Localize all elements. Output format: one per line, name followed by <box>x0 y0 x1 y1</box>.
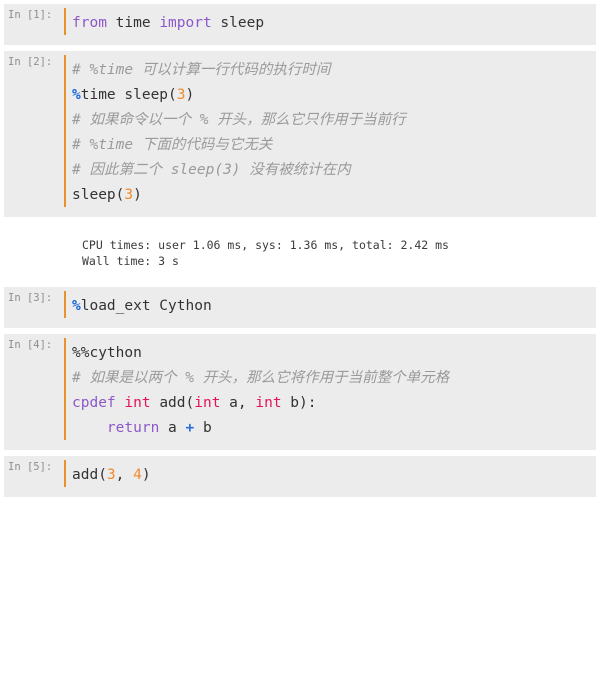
code-token-plain: ) <box>185 87 195 103</box>
output-text: CPU times: user 1.06 ms, sys: 1.36 ms, t… <box>82 237 596 269</box>
code-token-plain: time <box>115 15 160 31</box>
code-token-magic: % <box>72 298 81 314</box>
cell-cursor-bar <box>64 8 66 35</box>
code-token-kw: cpdef <box>72 395 125 411</box>
code-line: cpdef int add(int a, int b): <box>72 391 588 416</box>
code-token-type: int <box>255 395 291 411</box>
cell-prompt-label: In [4]: <box>8 339 53 351</box>
cell-cursor-bar <box>64 55 66 207</box>
code-line: from time import sleep <box>72 11 588 36</box>
code-editor-area[interactable]: %%cython # 如果是以两个 % 开头，那么它将作用于当前整个单元格 cpde… <box>72 341 596 441</box>
cell-cursor-bar <box>64 291 66 318</box>
code-line: %load_ext Cython <box>72 294 588 319</box>
code-token-cmt: # 因此第二个 sleep(3) 没有被统计在内 <box>72 162 351 178</box>
code-token-kw: from <box>72 15 116 31</box>
code-token-num: 3 <box>106 467 116 483</box>
code-token-num: 4 <box>133 467 142 483</box>
code-token-op: + <box>185 420 195 436</box>
code-token-plain: sleep <box>220 15 265 31</box>
code-line: # 如果是以两个 % 开头，那么它将作用于当前整个单元格 <box>72 366 588 391</box>
code-token-plain: add( <box>72 467 107 483</box>
code-token-plain: b): <box>290 395 317 411</box>
code-line: # %time 下面的代码与它无关 <box>72 133 588 158</box>
code-editor-area[interactable]: add(3, 4) <box>72 463 596 488</box>
code-token-plain: load_ext Cython <box>80 298 212 314</box>
cell-cursor-bar <box>64 460 66 487</box>
code-token-num: 3 <box>176 87 186 103</box>
code-line: return a + b <box>72 416 588 441</box>
code-line: # 如果命令以一个 % 开头，那么它只作用于当前行 <box>72 108 588 133</box>
code-line: add(3, 4) <box>72 463 588 488</box>
code-cell[interactable]: In [3]: %load_ext Cython <box>4 287 596 328</box>
output-cell: CPU times: user 1.06 ms, sys: 1.36 ms, t… <box>4 223 596 287</box>
code-line: # 因此第二个 sleep(3) 没有被统计在内 <box>72 158 588 183</box>
code-token-cmt: # %time 可以计算一行代码的执行时间 <box>72 62 331 78</box>
code-token-kw: return <box>106 420 169 436</box>
code-token-cmt: # 如果命令以一个 % 开头，那么它只作用于当前行 <box>72 112 406 128</box>
code-token-type: int <box>194 395 230 411</box>
code-cell[interactable]: In [2]: # %time 可以计算一行代码的执行时间 %time sleep(… <box>4 51 596 217</box>
code-token-cmt: # %time 下面的代码与它无关 <box>72 137 273 153</box>
code-token-plain: b <box>194 420 212 436</box>
code-cell[interactable]: In [1]: from time import sleep <box>4 4 596 45</box>
code-cell[interactable]: In [5]: add(3, 4) <box>4 456 596 497</box>
cell-prompt-label: In [5]: <box>8 461 53 473</box>
output-line: CPU times: user 1.06 ms, sys: 1.36 ms, t… <box>82 238 449 252</box>
code-token-num: 3 <box>124 187 134 203</box>
code-editor-area[interactable]: from time import sleep <box>72 11 596 36</box>
code-token-cmt: # 如果是以两个 % 开头，那么它将作用于当前整个单元格 <box>72 370 450 386</box>
cell-prompt-label: In [2]: <box>8 56 53 68</box>
code-token-plain: a <box>168 420 186 436</box>
code-cell[interactable]: In [4]: %%cython # 如果是以两个 % 开头，那么它将作用于当前整个… <box>4 334 596 450</box>
code-editor-area[interactable]: %load_ext Cython <box>72 294 596 319</box>
code-token-plain: ) <box>133 187 142 203</box>
code-token-plain: , <box>115 467 134 483</box>
code-token-kw: import <box>159 15 221 31</box>
code-token-plain: %%cython <box>72 345 142 361</box>
code-token-plain: ) <box>141 467 151 483</box>
output-line: Wall time: 3 s <box>82 254 179 268</box>
code-token-plain: a, <box>229 395 256 411</box>
cell-prompt-label: In [3]: <box>8 292 53 304</box>
code-line: # %time 可以计算一行代码的执行时间 <box>72 58 588 83</box>
code-token-plain: add( <box>159 395 195 411</box>
code-token-type: int <box>124 395 160 411</box>
code-token-magic: % <box>72 87 81 103</box>
code-token-plain: sleep( <box>72 187 125 203</box>
cell-cursor-bar <box>64 338 66 440</box>
code-line: %time sleep(3) <box>72 83 588 108</box>
notebook-container: In [1]: from time import sleep In [2]: # %t… <box>0 0 603 497</box>
code-editor-area[interactable]: # %time 可以计算一行代码的执行时间 %time sleep(3) # 如果命… <box>72 58 596 208</box>
code-line: sleep(3) <box>72 183 588 208</box>
code-line: %%cython <box>72 341 588 366</box>
code-token-plain: time sleep( <box>80 87 177 103</box>
cell-prompt-label: In [1]: <box>8 9 53 21</box>
